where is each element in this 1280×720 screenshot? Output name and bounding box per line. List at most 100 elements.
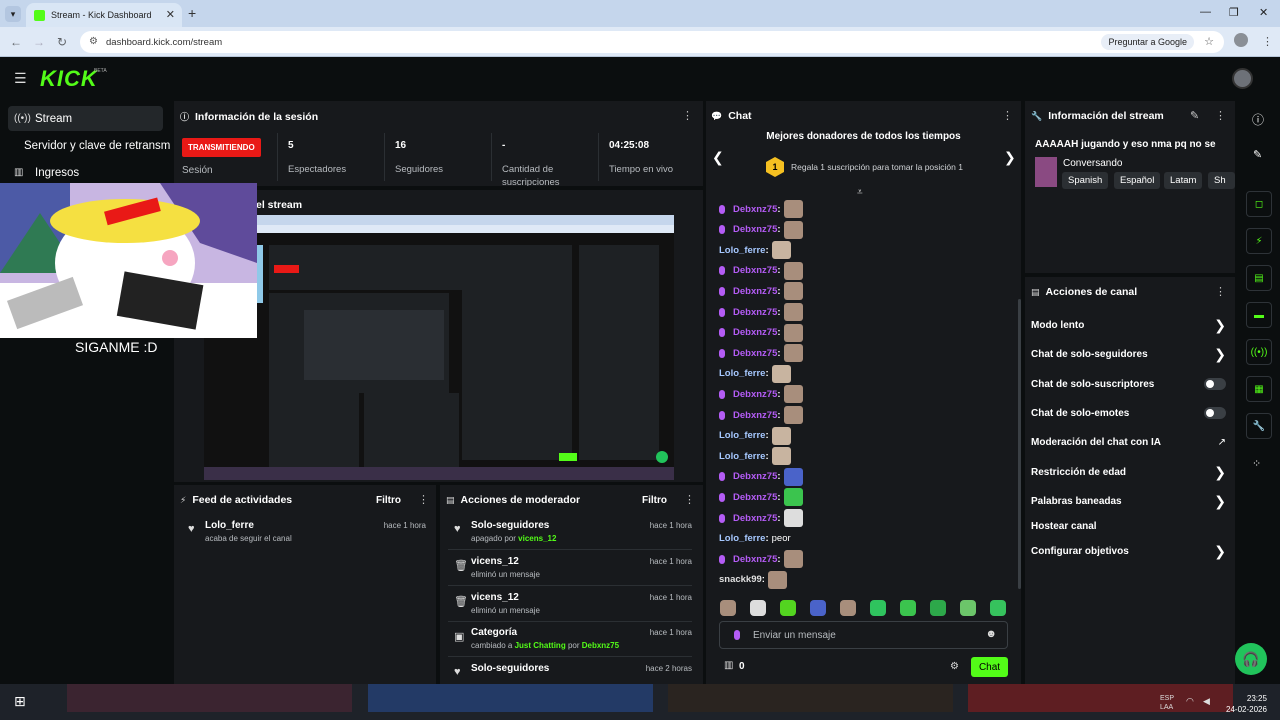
chat-icon[interactable]: ▬ — [1246, 302, 1272, 328]
close-tab-icon[interactable]: ✕ — [166, 8, 175, 21]
stream-video-player[interactable] — [204, 215, 674, 480]
bookmark-star-icon[interactable]: ☆ — [1204, 35, 1214, 48]
kick-logo[interactable]: KICK — [40, 66, 98, 92]
chat-username[interactable]: Debxnz75 — [733, 307, 777, 318]
chat-username[interactable]: Lolo_ferre — [719, 451, 765, 462]
chat-input[interactable]: Enviar un mensaje ☻ — [719, 621, 1008, 649]
ask-google-button[interactable]: Preguntar a Google — [1101, 34, 1194, 50]
mod-action-user[interactable]: Debxnz75 — [582, 641, 619, 650]
toggle-switch[interactable] — [1204, 378, 1226, 390]
tag-truncated[interactable]: Sh — [1208, 172, 1235, 189]
mod-filter-button[interactable]: Filtro — [642, 495, 667, 506]
chat-username[interactable]: Debxnz75 — [733, 265, 777, 276]
channel-action-item[interactable]: Restricción de edad ❯ — [1031, 464, 1226, 481]
edit-stream-info-icon[interactable]: ✎ — [1190, 109, 1199, 122]
session-menu-icon[interactable]: ⋮ — [682, 109, 693, 122]
volume-icon[interactable]: ◀ — [1203, 696, 1210, 707]
stream-category[interactable]: Conversando — [1063, 158, 1122, 169]
url-field[interactable]: ⚙ dashboard.kick.com/stream Preguntar a … — [80, 31, 1224, 53]
layout-icon[interactable]: ▦ — [1246, 376, 1272, 402]
chat-username[interactable]: Debxnz75 — [733, 389, 777, 400]
channel-action-item[interactable]: Configurar objetivos ❯ — [1031, 543, 1226, 560]
emote-icon[interactable] — [990, 600, 1006, 616]
chat-username[interactable]: Debxnz75 — [733, 286, 777, 297]
send-chat-button[interactable]: Chat — [971, 657, 1008, 677]
browser-tab[interactable]: Stream - Kick Dashboard ✕ — [26, 3, 182, 27]
new-tab-button[interactable]: + — [188, 5, 196, 21]
emote-icon[interactable] — [810, 600, 826, 616]
browser-menu-icon[interactable]: ⋮ — [1262, 35, 1273, 48]
mod-action-category[interactable]: Just Chatting — [515, 641, 566, 650]
activity-menu-icon[interactable]: ⋮ — [418, 493, 429, 506]
lightning-icon[interactable]: ⚡ — [1246, 228, 1272, 254]
tag-spanish[interactable]: Spanish — [1062, 172, 1109, 189]
menu-icon[interactable]: ☰ — [14, 70, 27, 87]
chat-username[interactable]: snackk99 — [719, 574, 762, 585]
chat-username[interactable]: Lolo_ferre — [719, 368, 765, 379]
chevron-right-icon[interactable]: ❯ — [1214, 493, 1226, 510]
toggle-switch[interactable] — [1204, 407, 1226, 419]
tag-espanol[interactable]: Español — [1114, 172, 1161, 189]
windows-start-icon[interactable]: ⊞ — [14, 693, 26, 710]
prev-donor-arrow[interactable]: ❮ — [712, 149, 724, 166]
sidebar-item-stream[interactable]: ((•)) Stream — [8, 106, 163, 131]
pin-collapse-icon[interactable]: ⩡ — [857, 187, 863, 198]
emote-icon[interactable] — [870, 600, 886, 616]
activity-filter-button[interactable]: Filtro — [376, 495, 401, 506]
system-clock[interactable]: 23:25 24-02-2026 — [1226, 693, 1267, 715]
chat-username[interactable]: Debxnz75 — [733, 204, 777, 215]
taskbar-thumbnail[interactable] — [668, 684, 953, 712]
category-thumbnail[interactable] — [1035, 157, 1057, 187]
back-icon[interactable]: ← — [10, 35, 22, 49]
chat-username[interactable]: Debxnz75 — [733, 513, 777, 524]
tag-latam[interactable]: Latam — [1164, 172, 1203, 189]
chat-username[interactable]: Debxnz75 — [733, 410, 777, 421]
channel-action-item[interactable]: Moderación del chat con IA ↗ — [1031, 435, 1226, 449]
chat-username[interactable]: Debxnz75 — [733, 554, 777, 565]
chevron-right-icon[interactable]: ❯ — [1214, 464, 1226, 481]
forward-icon[interactable]: → — [33, 35, 45, 49]
screenshot-icon[interactable]: ◻ — [1246, 191, 1272, 217]
sidebar-item-server-key[interactable]: Servidor y clave de retransmisión — [18, 133, 170, 158]
emote-icon[interactable] — [960, 600, 976, 616]
support-chat-icon[interactable]: 🎧 — [1235, 643, 1267, 675]
info-icon[interactable]: ⓘ — [1252, 111, 1264, 128]
chat-username[interactable]: Debxnz75 — [733, 327, 777, 338]
mod-action-user[interactable]: vicens_12 — [518, 534, 556, 543]
next-donor-arrow[interactable]: ❯ — [1004, 149, 1016, 166]
minimize-icon[interactable]: — — [1200, 6, 1211, 18]
maximize-icon[interactable]: ❐ — [1229, 6, 1239, 19]
channel-action-item[interactable]: Chat de solo-emotes — [1031, 406, 1226, 420]
emote-icon[interactable] — [930, 600, 946, 616]
emote-icon[interactable] — [750, 600, 766, 616]
emote-icon[interactable] — [840, 600, 856, 616]
stream-info-menu-icon[interactable]: ⋮ — [1215, 109, 1226, 122]
chat-username[interactable]: Lolo_ferre — [719, 430, 765, 441]
channel-action-item[interactable]: Modo lento ❯ — [1031, 317, 1226, 333]
taskbar-thumbnail[interactable] — [368, 684, 653, 712]
sidebar-item-income[interactable]: ▥ Ingresos — [8, 160, 163, 185]
chevron-right-icon[interactable]: ❯ — [1214, 346, 1226, 363]
emote-icon[interactable] — [900, 600, 916, 616]
site-info-icon[interactable]: ⚙ — [89, 36, 98, 47]
wrench-icon[interactable]: 🔧 — [1246, 413, 1272, 439]
channel-action-item[interactable]: Hostear canal — [1031, 519, 1226, 533]
input-language[interactable]: ESP LAA — [1160, 694, 1174, 712]
notes-icon[interactable]: ▤ — [1246, 265, 1272, 291]
broadcast-icon[interactable]: ((•)) — [1246, 339, 1272, 365]
taskbar-thumbnail[interactable] — [67, 684, 352, 712]
points-icon[interactable]: ▥ — [724, 660, 733, 671]
chat-username[interactable]: Debxnz75 — [733, 492, 777, 503]
edit-icon[interactable]: ✎ — [1253, 148, 1262, 161]
apps-icon[interactable]: ⁘ — [1252, 457, 1261, 470]
wifi-icon[interactable]: ◠ — [1186, 696, 1194, 707]
channel-actions-menu-icon[interactable]: ⋮ — [1215, 285, 1226, 298]
chat-settings-icon[interactable]: ⚙ — [950, 661, 959, 672]
chat-scrollbar[interactable] — [1018, 299, 1021, 589]
reload-icon[interactable]: ↻ — [57, 35, 67, 49]
tab-search-button[interactable]: ▾ — [5, 5, 21, 22]
chat-menu-icon[interactable]: ⋮ — [1002, 109, 1013, 122]
channel-action-item[interactable]: Chat de solo-seguidores ❯ — [1031, 346, 1226, 363]
chevron-right-icon[interactable]: ❯ — [1214, 543, 1226, 560]
user-avatar[interactable] — [1232, 68, 1253, 89]
